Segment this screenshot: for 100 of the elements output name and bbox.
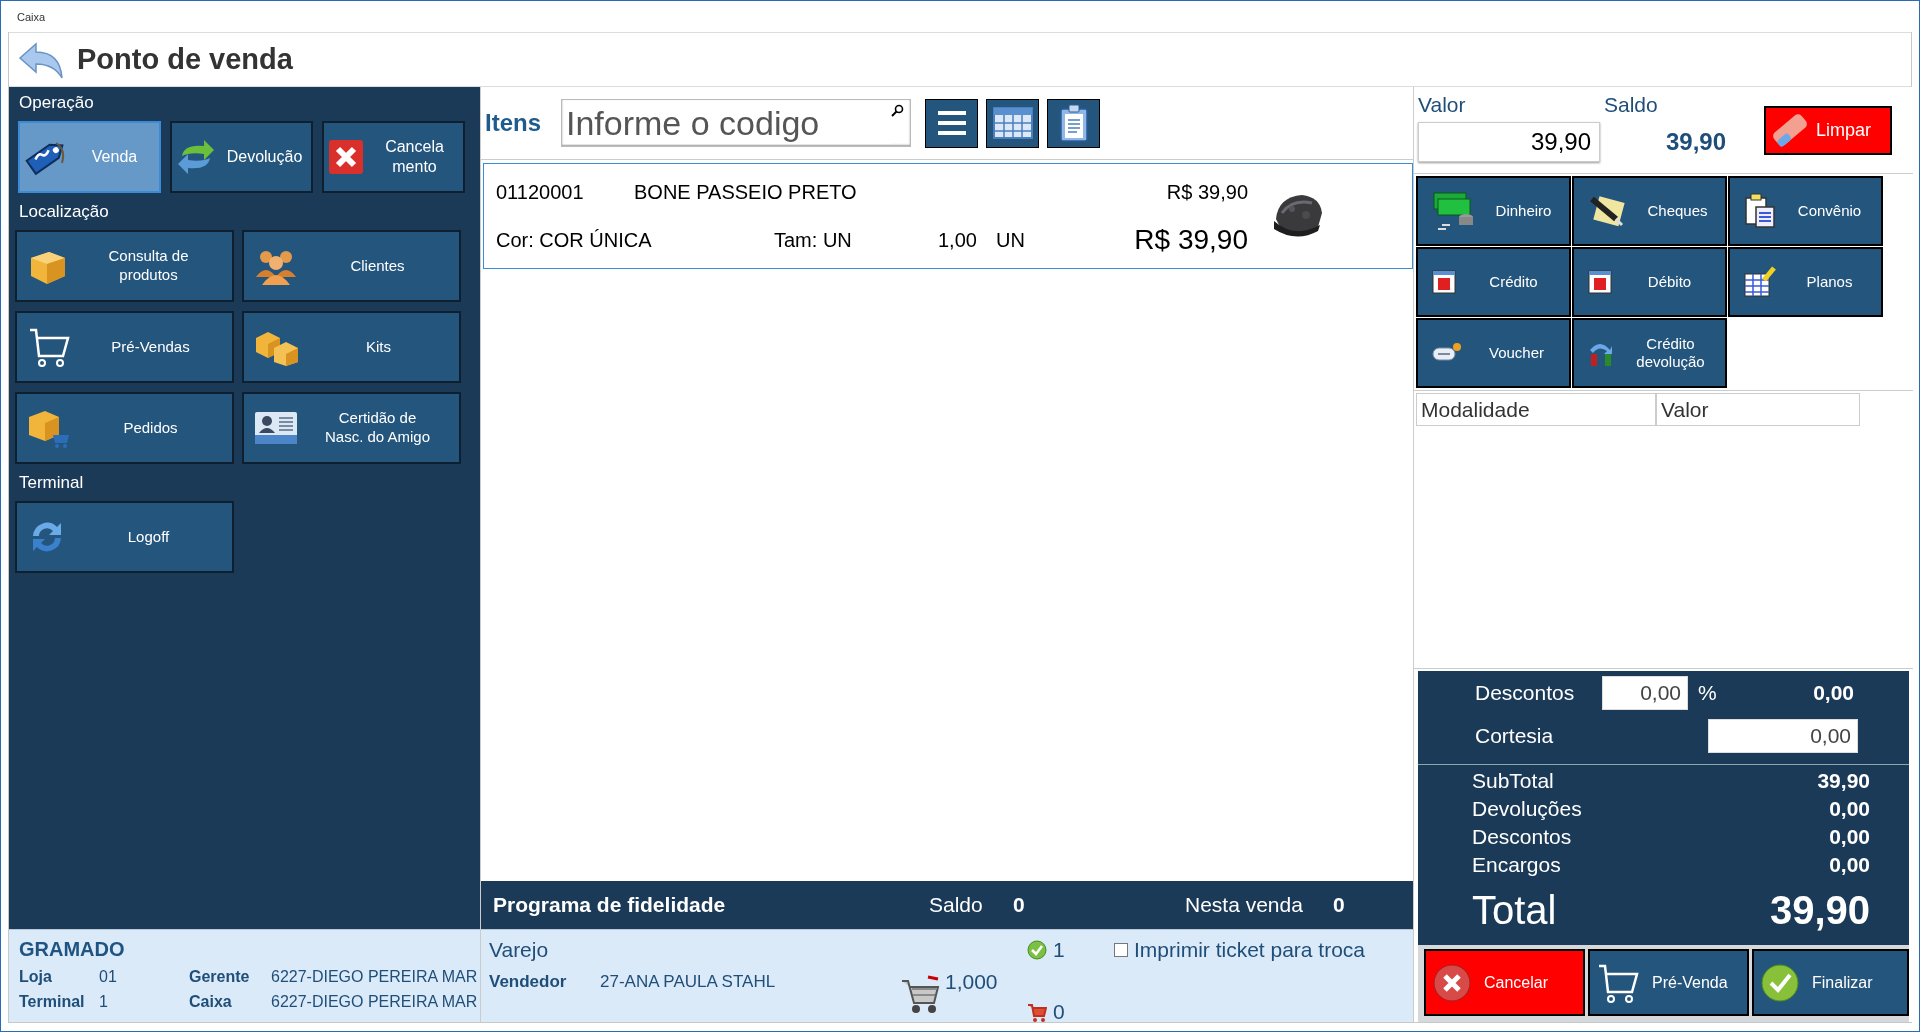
spreadsheet-icon (1744, 266, 1776, 298)
payment-method-button[interactable]: Crédito (1416, 247, 1571, 317)
field-value: 27-ANA PAULA STAHL (600, 972, 777, 992)
section-title: Terminal (19, 473, 85, 493)
search-field[interactable]: Informe o codigo (561, 99, 911, 147)
menu-button[interactable]: Certidão de Nasc. do Amigo (242, 392, 461, 464)
menu-button[interactable]: Kits (242, 311, 461, 383)
field-label: Cortesia (1475, 724, 1555, 748)
pending-count: 0 (1053, 1000, 1065, 1024)
card-icon (1432, 270, 1456, 294)
clipboard-icon (1058, 104, 1089, 142)
item-description: BONE PASSEIO PRETO (634, 180, 858, 204)
field-value: 0 (1333, 893, 1345, 917)
card-icon (1588, 270, 1612, 294)
item-total: R$ 39,90 (1134, 224, 1248, 256)
percent-sign: % (1697, 681, 1718, 705)
item-size: Tam: UN (774, 228, 853, 252)
menu-button[interactable]: Consulta de produtos (15, 230, 234, 302)
field-label: Descontos (1475, 681, 1576, 705)
cart-icon (1027, 1002, 1047, 1022)
price-table: Varejo (489, 938, 900, 962)
column-header: Modalidade (1416, 393, 1656, 426)
menu-button[interactable]: Pré-Vendas (15, 311, 234, 383)
discount-percent-field[interactable]: 0,00 (1602, 676, 1688, 710)
menu-button[interactable]: Logoff (15, 501, 234, 573)
payment-method-button[interactable]: Convênio (1728, 176, 1883, 246)
discount-value: 0,00 (1813, 681, 1854, 705)
payment-method-button[interactable]: Voucher (1416, 318, 1571, 388)
item-variant: Cor: COR ÚNICA (496, 228, 653, 252)
id-card-icon (254, 411, 298, 445)
total-label: Descontos (1472, 825, 1573, 850)
item-quantity: 1,00 (938, 228, 978, 252)
item-row[interactable]: 01120001 BONE PASSEIO PRETO R$ 39,90 Cor: COR ÚNICA Tam: UN 1,00 UN R$ 39,90 (483, 163, 1413, 269)
payment-method-button[interactable]: Débito (1572, 247, 1727, 317)
shopping-cart-icon (900, 975, 940, 1015)
total-value: 39,90 (1817, 769, 1870, 794)
cash-icon (1432, 191, 1476, 231)
total-value: 0,00 (1829, 825, 1870, 850)
section-title: Operação (19, 93, 95, 113)
item-unit-price: R$ 39,90 (1166, 180, 1248, 204)
field-value: 6227-DIEGO PEREIRA MAR (271, 968, 478, 986)
balance-value: 39,90 (1665, 128, 1726, 156)
page-title: Ponto de venda (77, 43, 293, 76)
total-value: 0,00 (1829, 797, 1870, 822)
list-view-button[interactable] (925, 98, 978, 148)
item-count: 1,000 (945, 970, 999, 994)
field-label: Vendedor (489, 972, 568, 992)
field-label: Nesta venda (1185, 893, 1304, 917)
field-value: 6227-DIEGO PEREIRA MAR (271, 993, 478, 1011)
check-icon (1760, 962, 1800, 1003)
store-name: GRAMADO (19, 938, 126, 961)
payment-method-button[interactable]: Crédito devolução (1572, 318, 1727, 388)
payment-method-button[interactable]: Cheques (1572, 176, 1727, 246)
window-title: Caixa (16, 10, 47, 23)
clipboard-icon (1744, 193, 1776, 229)
item-unit: UN (996, 228, 1026, 252)
value-field[interactable]: 39,90 (1418, 122, 1600, 162)
field-label: Gerente (189, 968, 251, 986)
field-label: Loja (19, 968, 53, 986)
payment-method-button[interactable]: Dinheiro (1416, 176, 1571, 246)
action-button[interactable]: Cancelar (1424, 949, 1585, 1016)
menu-button[interactable]: Pedidos (15, 392, 234, 464)
grand-total-value: 39,90 (1769, 886, 1870, 934)
done-count: 1 (1053, 938, 1065, 962)
payment-method-button[interactable]: Planos (1728, 247, 1883, 317)
clear-button[interactable]: Limpar (1764, 105, 1892, 155)
total-label: Devoluções (1472, 797, 1583, 822)
section-title: Itens (485, 109, 541, 137)
search-icon (890, 104, 904, 118)
menu-button[interactable]: Clientes (242, 230, 461, 302)
grid-view-button[interactable] (986, 98, 1039, 148)
clipboard-button[interactable] (1047, 98, 1100, 148)
total-value: 0,00 (1829, 853, 1870, 878)
swap-arrows-icon (176, 138, 216, 176)
section-title: Localização (19, 202, 110, 222)
field-value: 1 (99, 993, 109, 1011)
field-label: Valor (1418, 93, 1467, 117)
checkbox-label: Imprimir ticket para troca (1134, 938, 1366, 962)
action-button[interactable]: Finalizar (1752, 949, 1909, 1016)
cancel-icon (328, 139, 364, 175)
field-label: Saldo (929, 893, 984, 917)
total-label: SubTotal (1472, 769, 1555, 794)
field-label: Saldo (1604, 93, 1659, 117)
action-button[interactable]: Pré-Venda (1588, 949, 1749, 1016)
menu-icon (936, 110, 967, 136)
field-label: Terminal (19, 993, 86, 1011)
grand-total-label: Total (1472, 886, 1558, 934)
field-value: 01 (99, 968, 118, 986)
grid-icon (992, 107, 1033, 139)
checkbox[interactable] (1114, 943, 1128, 957)
courtesy-field[interactable]: 0,00 (1708, 719, 1858, 753)
field-label: Caixa (189, 993, 233, 1011)
menu-button[interactable]: Cancela mento (322, 121, 465, 193)
column-header: Valor (1656, 393, 1860, 426)
item-code: 01120001 (496, 180, 585, 204)
field-value: 0 (1013, 893, 1026, 917)
cart-icon (27, 326, 71, 368)
menu-button[interactable]: Devolução (170, 121, 313, 193)
check-icon (1027, 940, 1047, 960)
loyalty-title: Programa de fidelidade (493, 893, 727, 917)
